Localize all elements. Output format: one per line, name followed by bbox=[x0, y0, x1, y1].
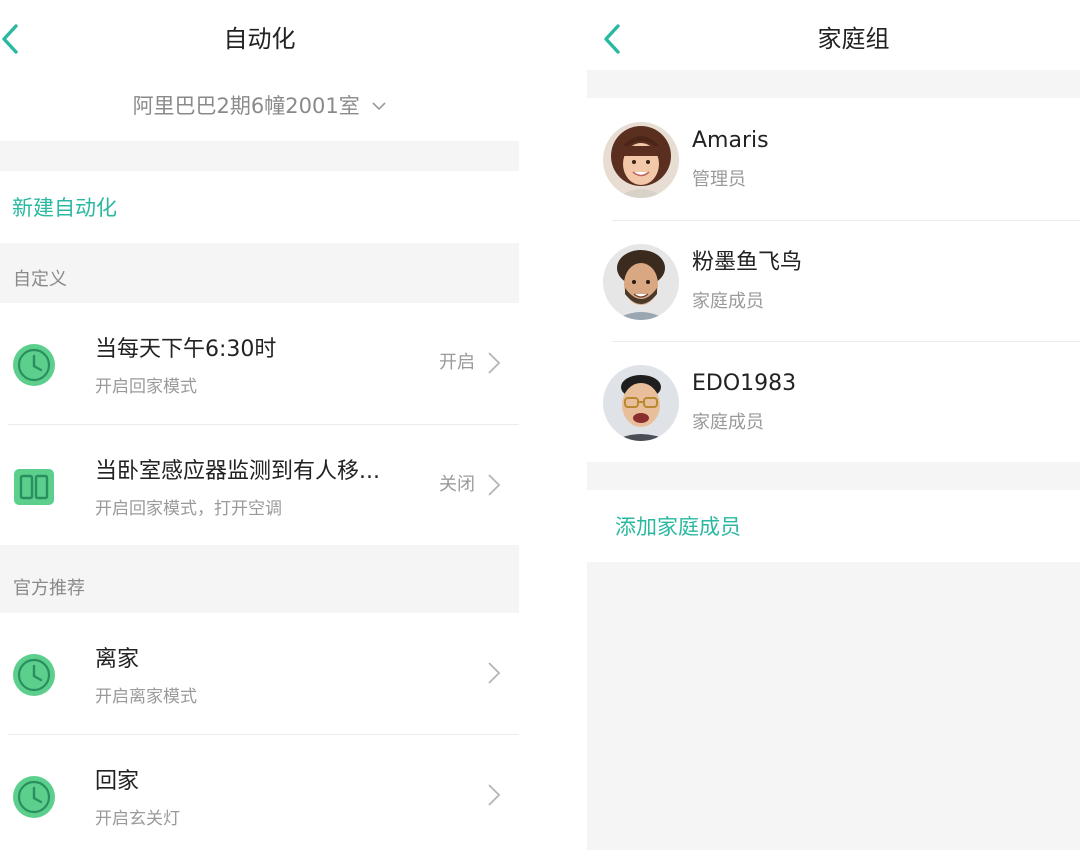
family-navbar: 家庭组 bbox=[587, 0, 1080, 78]
back-arrow-icon[interactable] bbox=[600, 20, 630, 58]
section-label-official: 官方推荐 bbox=[13, 578, 85, 599]
member-row[interactable]: 粉墨鱼飞鸟 家庭成员 bbox=[587, 221, 1080, 341]
clock-icon bbox=[13, 344, 55, 386]
automation-item-leave-home[interactable]: 离家 开启离家模式 bbox=[0, 613, 519, 733]
sensor-icon bbox=[14, 469, 54, 505]
automation-item-subtitle: 开启回家模式 bbox=[95, 377, 197, 397]
chevron-down-icon bbox=[372, 101, 386, 110]
member-row[interactable]: EDO1983 家庭成员 bbox=[587, 342, 1080, 462]
chevron-right-icon bbox=[488, 474, 501, 496]
automation-item-state: 关闭 bbox=[439, 474, 475, 495]
section-label-custom: 自定义 bbox=[13, 269, 67, 290]
clock-icon bbox=[13, 654, 55, 696]
section-spacer bbox=[0, 141, 519, 171]
member-name: Amaris bbox=[692, 128, 769, 153]
automation-item-come-home[interactable]: 回家 开启玄关灯 bbox=[0, 735, 519, 850]
automation-item-state: 开启 bbox=[439, 352, 475, 373]
automation-item-title: 当每天下午6:30时 bbox=[95, 337, 277, 362]
chevron-right-icon bbox=[488, 352, 501, 374]
add-member-button[interactable]: 添加家庭成员 bbox=[615, 512, 741, 542]
section-spacer bbox=[587, 70, 1080, 98]
automation-item-subtitle: 开启回家模式，打开空调 bbox=[95, 499, 282, 519]
automation-item-title: 当卧室感应器监测到有人移... bbox=[95, 459, 380, 484]
family-screen: 家庭组 Amaris 管理员 粉墨鱼飞鸟 家庭成员 EDO1983 家庭成员 添… bbox=[587, 0, 1080, 850]
empty-area bbox=[587, 562, 1080, 850]
avatar-glasses-man bbox=[603, 365, 679, 441]
member-row[interactable]: Amaris 管理员 bbox=[587, 99, 1080, 219]
member-role: 家庭成员 bbox=[692, 412, 764, 433]
page-title: 家庭组 bbox=[817, 25, 890, 53]
automation-item-title: 回家 bbox=[95, 769, 140, 794]
automation-item-subtitle: 开启离家模式 bbox=[95, 687, 197, 707]
member-name: EDO1983 bbox=[692, 371, 797, 396]
automation-item-sensor[interactable]: 当卧室感应器监测到有人移... 开启回家模式，打开空调 关闭 bbox=[0, 425, 519, 545]
automation-screen: 自动化 阿里巴巴2期6幢2001室 新建自动化 自定义 当每天下午6:30时 开… bbox=[0, 0, 519, 850]
member-name: 粉墨鱼飞鸟 bbox=[692, 250, 803, 275]
page-title: 自动化 bbox=[223, 25, 296, 53]
automation-item-subtitle: 开启玄关灯 bbox=[95, 809, 180, 829]
automation-navbar: 自动化 bbox=[0, 0, 519, 78]
automation-item-title: 离家 bbox=[95, 647, 140, 672]
clock-icon bbox=[13, 776, 55, 818]
avatar-bearded-man bbox=[603, 244, 679, 320]
new-automation-button[interactable]: 新建自动化 bbox=[12, 193, 117, 223]
home-selector[interactable]: 阿里巴巴2期6幢2001室 bbox=[0, 88, 519, 124]
section-spacer bbox=[587, 462, 1080, 490]
avatar-woman bbox=[603, 122, 679, 198]
automation-item-daily[interactable]: 当每天下午6:30时 开启回家模式 开启 bbox=[0, 303, 519, 423]
member-role: 家庭成员 bbox=[692, 291, 764, 312]
section-header-official: 官方推荐 bbox=[0, 545, 519, 613]
section-header-custom: 自定义 bbox=[0, 243, 519, 303]
member-role: 管理员 bbox=[692, 169, 746, 190]
chevron-right-icon bbox=[488, 784, 501, 806]
home-name: 阿里巴巴2期6幢2001室 bbox=[132, 94, 360, 118]
chevron-right-icon bbox=[488, 662, 501, 684]
